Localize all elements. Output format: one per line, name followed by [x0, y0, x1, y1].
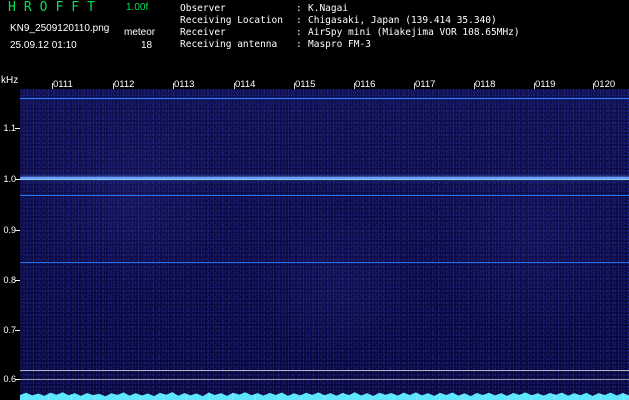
version-label: 1.00f	[126, 2, 149, 13]
meteor-count: 18	[141, 40, 153, 51]
antenna-row: Receiving antenna : Maspro FM-3	[180, 39, 520, 51]
location-separator: :	[296, 15, 302, 26]
receiver-separator: :	[296, 27, 302, 38]
antenna-label: Receiving antenna	[180, 39, 278, 50]
frequency-unit-label: kHz	[1, 75, 19, 86]
filename-label: KN9_2509120110.png	[10, 23, 110, 34]
location-label: Receiving Location	[180, 15, 283, 26]
observer-separator: :	[296, 3, 302, 14]
y-tick-label: 0.8	[3, 275, 16, 285]
y-tick-label: 0.7	[3, 325, 16, 335]
observer-value: K.Nagai	[308, 3, 349, 14]
location-row: Receiving Location : Chigasaki, Japan (1…	[180, 15, 520, 27]
receiver-value: AirSpy mini (Miakejima VOR 108.65MHz)	[308, 27, 520, 38]
y-tick-label: 0.9	[3, 225, 16, 235]
app-title: HROFFT	[8, 0, 103, 15]
observer-label: Observer	[180, 3, 226, 14]
signal-line-secondary	[20, 195, 629, 196]
y-tick-label: 0.6	[3, 374, 16, 384]
receiver-row: Receiver : AirSpy mini (Miakejima VOR 10…	[180, 27, 520, 39]
hrofft-window: HROFFT 1.00f KN9_2509120110.png 25.09.12…	[0, 0, 629, 400]
datetime-label: 25.09.12 01:10	[10, 40, 77, 51]
spectrum-trace	[20, 392, 629, 400]
observer-row: Observer : K.Nagai	[180, 3, 520, 15]
location-value: Chigasaki, Japan (139.414 35.340)	[308, 15, 497, 26]
station-info-table: Observer : K.Nagai Receiving Location : …	[180, 3, 520, 51]
antenna-value: Maspro FM-3	[308, 39, 371, 50]
signal-line-top	[20, 98, 629, 99]
y-tick-label: 1.0	[3, 174, 16, 184]
waterfall-spectrogram	[20, 89, 629, 400]
receiver-label: Receiver	[180, 27, 226, 38]
y-tick-label: 1.1	[3, 123, 16, 133]
meteor-label: meteor	[124, 27, 156, 38]
signal-line-middle	[20, 262, 629, 263]
reference-line-low-a	[20, 370, 629, 371]
reference-line-low-b	[20, 379, 629, 380]
carrier-line-highlight	[20, 179, 629, 180]
antenna-separator: :	[296, 39, 302, 50]
